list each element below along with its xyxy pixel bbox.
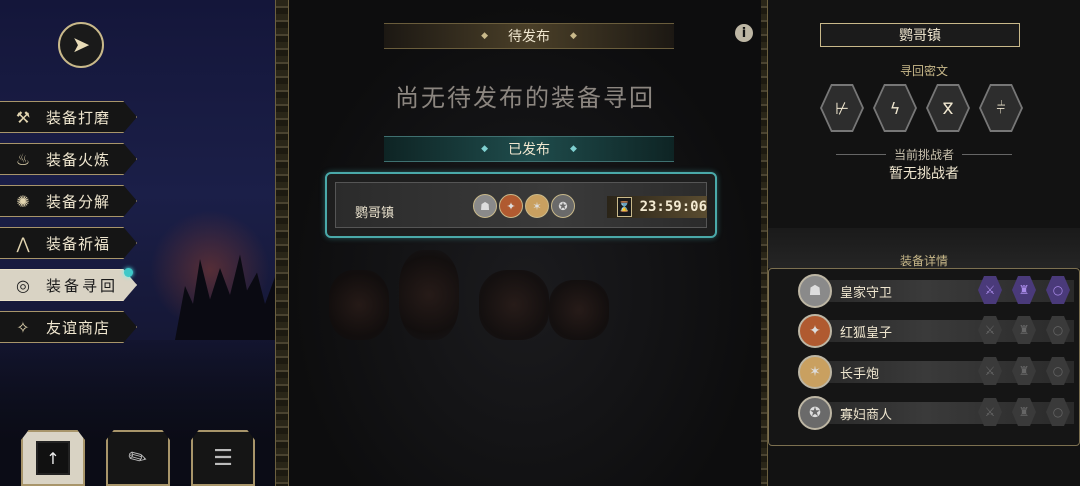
menu-item-shop[interactable]: ✧ 友谊商店 xyxy=(0,311,137,343)
info-icon[interactable]: i xyxy=(735,24,753,42)
hourglass-icon: ⌛ xyxy=(617,197,632,217)
hammer-icon: ⚒ xyxy=(15,107,31,127)
timer: ⌛ 23:59:06 xyxy=(607,196,707,218)
menu-item-label: 友谊商店 xyxy=(46,318,111,337)
long-gun-avatar: ✶ xyxy=(798,355,832,389)
widow-merchant-avatar: ✪ xyxy=(798,396,832,430)
empty-message: 尚无待发布的装备寻回 xyxy=(395,84,655,112)
hero-name: 长手炮 xyxy=(840,367,880,382)
hero-row[interactable]: ✦ 红狐皇子 ⚔ ♜ ○ xyxy=(798,314,1074,348)
hero-name: 寡妇商人 xyxy=(840,408,893,423)
challenger-label-text: 当前挑战者 xyxy=(894,148,955,162)
town-title-header: 鹦哥镇 xyxy=(820,23,1020,47)
equipment-detail-label: 装备详情 xyxy=(899,254,948,268)
hero-row[interactable]: ✶ 长手炮 ⚔ ♜ ○ xyxy=(798,355,1074,389)
pray-icon: ⋀ xyxy=(16,233,30,253)
published-header-label: 已发布 xyxy=(508,142,550,158)
menu-item-retrieve[interactable]: ◎ 装备寻回 xyxy=(0,269,137,301)
divider-ornament xyxy=(275,0,289,486)
challenger-label: 当前挑战者 xyxy=(828,146,1020,163)
feather-icon: ✎ xyxy=(123,442,153,474)
timer-value: 23:59:06 xyxy=(639,199,707,215)
red-fox-avatar: ✦ xyxy=(499,194,523,218)
menu-item-label: 装备火炼 xyxy=(46,150,111,169)
notification-dot xyxy=(124,268,133,277)
center-panel: ◆ 待发布 ◆ i 尚无待发布的装备寻回 ◆ 已发布 ◆ 鹦哥镇 ☗ ✦ ✶ ✪… xyxy=(289,0,761,486)
hero-row[interactable]: ✪ 寡妇商人 ⚔ ♜ ○ xyxy=(798,396,1074,430)
cipher-label: 寻回密文 xyxy=(899,64,948,78)
pending-header: ◆ 待发布 ◆ xyxy=(384,23,674,49)
menu-item-forge[interactable]: ♨ 装备火炼 xyxy=(0,143,137,175)
bounty-card[interactable]: 鹦哥镇 ☗ ✦ ✶ ✪ ⌛ 23:59:06 xyxy=(325,172,717,238)
upload-icon: ↑ xyxy=(36,441,70,475)
hero-name: 皇家守卫 xyxy=(840,286,893,301)
menu-item-disassemble[interactable]: ✺ 装备分解 xyxy=(0,185,137,217)
challenger-value: 暂无挑战者 xyxy=(889,166,959,182)
list-button[interactable]: ☰ xyxy=(191,430,255,486)
fox-icon: ✧ xyxy=(16,317,30,337)
menu-item-label: 装备祈福 xyxy=(46,234,111,253)
feather-button[interactable]: ✎ xyxy=(106,430,170,486)
target-icon: ◎ xyxy=(16,275,30,295)
menu-item-bless[interactable]: ⋀ 装备祈福 xyxy=(0,227,137,259)
menu-item-label: 装备寻回 xyxy=(46,276,119,295)
flame-icon: ♨ xyxy=(15,149,31,169)
town-title: 鹦哥镇 xyxy=(899,28,941,44)
red-fox-avatar: ✦ xyxy=(798,314,832,348)
hero-name: 红狐皇子 xyxy=(840,326,893,341)
right-panel: 鹦哥镇 寻回密文 ⊬ ϟ ⴳ ⫩ 当前挑战者 暂无挑战者 装备详情 ☗ 皇家守卫… xyxy=(768,0,1080,486)
back-button[interactable]: ➤ xyxy=(58,22,104,68)
widow-merchant-avatar: ✪ xyxy=(551,194,575,218)
menu-item-label: 装备打磨 xyxy=(46,108,111,127)
hero-row[interactable]: ☗ 皇家守卫 ⚔ ♜ ○ xyxy=(798,274,1074,308)
disassemble-icon: ✺ xyxy=(16,191,30,211)
upload-button[interactable]: ↑ xyxy=(21,430,85,486)
menu-item-label: 装备分解 xyxy=(46,192,111,211)
bounty-town-name: 鹦哥镇 xyxy=(355,206,395,221)
royal-guard-avatar: ☗ xyxy=(473,194,497,218)
back-arrow-icon: ➤ xyxy=(71,32,91,58)
pending-header-label: 待发布 xyxy=(508,29,550,45)
menu-item-polish[interactable]: ⚒ 装备打磨 xyxy=(0,101,137,133)
list-icon: ☰ xyxy=(213,445,233,471)
long-gun-avatar: ✶ xyxy=(525,194,549,218)
published-header: ◆ 已发布 ◆ xyxy=(384,136,674,162)
royal-guard-avatar: ☗ xyxy=(798,274,832,308)
